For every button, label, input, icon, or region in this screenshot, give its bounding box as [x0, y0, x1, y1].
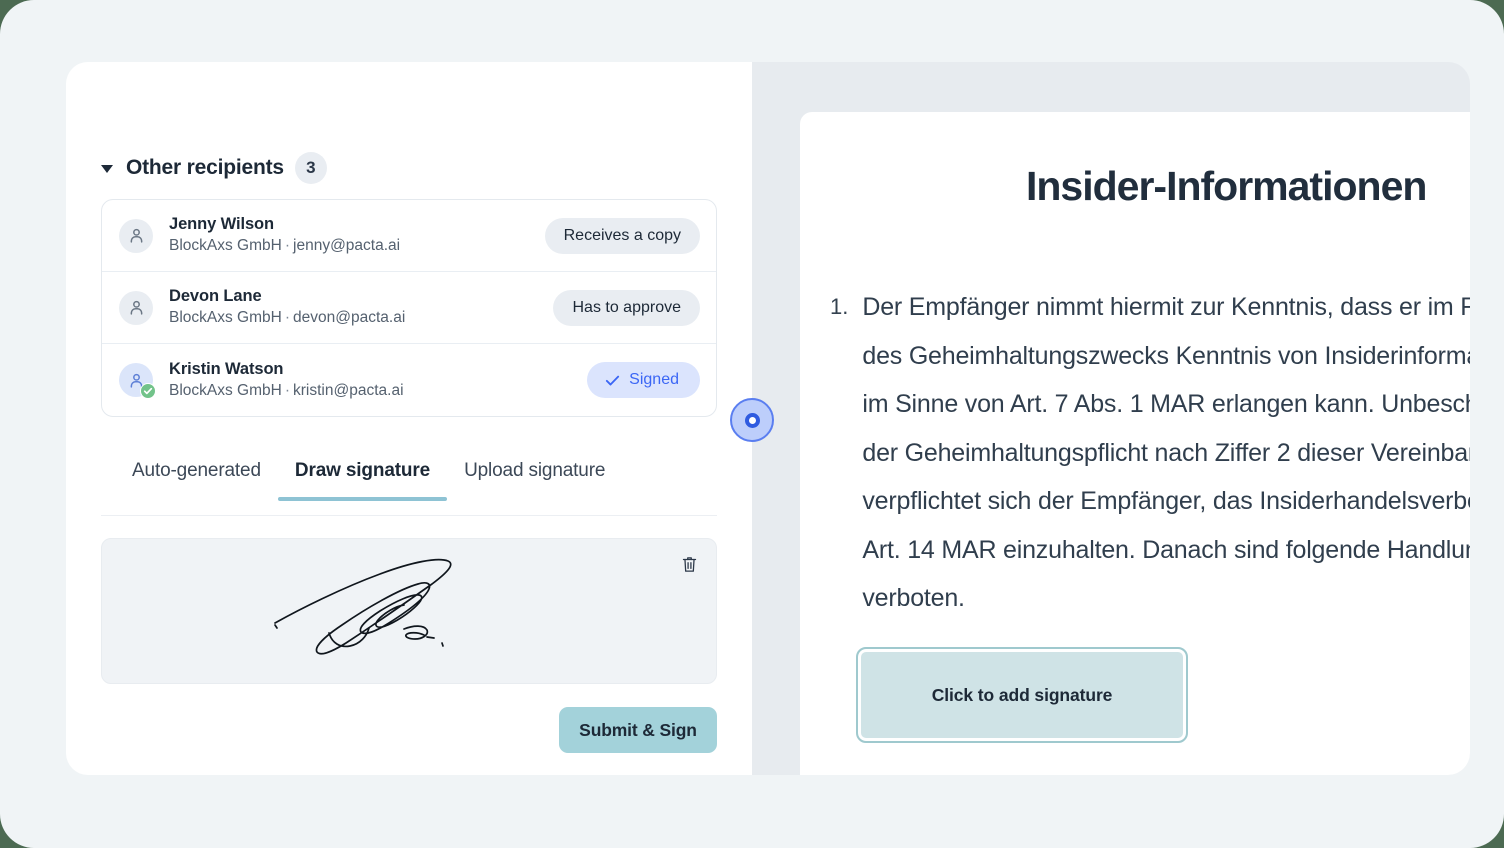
recipient-company: BlockAxs GmbH: [169, 309, 282, 327]
recipient-meta: BlockAxs GmbH · jenny@pacta.ai: [169, 235, 545, 257]
recipient-row[interactable]: Kristin Watson BlockAxs GmbH · kristin@pac…: [102, 344, 716, 416]
page-root: Other recipients 3 Jenny Wilson BlockAxs…: [0, 0, 1504, 848]
recipient-email: devon@pacta.ai: [293, 309, 406, 327]
trash-icon: [682, 556, 696, 572]
tab-upload-signature[interactable]: Upload signature: [447, 460, 622, 499]
meta-separator: ·: [284, 309, 291, 327]
meta-separator: ·: [284, 237, 291, 255]
recipient-meta: BlockAxs GmbH · devon@pacta.ai: [169, 307, 553, 329]
avatar: [119, 218, 153, 253]
status-badge: Receives a copy: [544, 217, 700, 254]
app-viewport: Other recipients 3 Jenny Wilson BlockAxs…: [0, 0, 1504, 848]
recipient-company: BlockAxs GmbH: [169, 237, 282, 255]
recipient-name: Jenny Wilson: [169, 215, 275, 234]
clear-signature-button[interactable]: [674, 549, 704, 579]
drawn-signature-stroke: [274, 558, 452, 655]
recipients-list: Jenny Wilson BlockAxs GmbH · jenny@pacta.a…: [101, 199, 717, 417]
tab-draw-signature[interactable]: Draw signature: [277, 460, 448, 501]
status-badge: Has to approve: [553, 289, 700, 326]
signature-method-tabs: Auto-generated Draw signature Upload sig…: [101, 460, 717, 516]
document-clause-list: 1. Der Empfänger nimmt hiermit zur Kennt…: [830, 283, 1470, 623]
person-icon: [119, 218, 153, 253]
status-badge-label: Signed: [629, 371, 679, 388]
document-title: Insider-Informationen: [1026, 163, 1427, 209]
signature-draw-canvas[interactable]: [101, 538, 717, 684]
recipient-meta: BlockAxs GmbH · kristin@pacta.ai: [169, 380, 587, 402]
document-clause: 1. Der Empfänger nimmt hiermit zur Kennt…: [830, 283, 1470, 623]
document-page: Insider-Informationen 1. Der Empfänger n…: [800, 112, 1470, 775]
other-recipients-title: Other recipients: [126, 156, 284, 179]
document-preview-panel: Insider-Informationen 1. Der Empfänger n…: [752, 62, 1470, 775]
avatar: [119, 363, 156, 399]
resize-handle-icon: [744, 412, 760, 428]
submit-and-sign-button[interactable]: Submit & Sign: [559, 707, 717, 753]
recipient-email: kristin@pacta.ai: [293, 381, 404, 399]
clause-marker: 1.: [830, 294, 849, 319]
document-signature-field-label: Click to add signature: [931, 684, 1113, 705]
other-recipients-header[interactable]: Other recipients 3: [101, 152, 327, 184]
recipient-name: Devon Lane: [169, 287, 262, 306]
tab-auto-generated[interactable]: Auto-generated: [101, 460, 278, 499]
signing-panel: Other recipients 3 Jenny Wilson BlockAxs…: [66, 62, 752, 775]
person-icon: [119, 290, 153, 325]
check-icon: [606, 375, 620, 385]
status-badge: Signed: [587, 362, 700, 398]
avatar: [119, 290, 153, 325]
caret-down-icon[interactable]: [101, 165, 113, 173]
split-resize-handle[interactable]: [730, 398, 774, 442]
recipient-name: Kristin Watson: [169, 359, 284, 378]
recipient-info: Kristin Watson BlockAxs GmbH · kristin@pac…: [169, 358, 587, 403]
recipient-info: Devon Lane BlockAxs GmbH · devon@pacta.ai: [169, 285, 553, 330]
clause-text: Der Empfänger nimmt hiermit zur Kenntnis…: [862, 293, 1470, 612]
recipient-row[interactable]: Devon Lane BlockAxs GmbH · devon@pacta.ai …: [102, 272, 716, 344]
meta-separator: ·: [284, 381, 291, 399]
recipient-company: BlockAxs GmbH: [169, 381, 282, 399]
recipient-email: jenny@pacta.ai: [293, 237, 401, 255]
check-badge-icon: [140, 383, 156, 399]
document-signature-field[interactable]: Click to add signature: [856, 647, 1188, 743]
recipient-info: Jenny Wilson BlockAxs GmbH · jenny@pacta.a…: [169, 213, 545, 258]
recipients-count-badge: 3: [294, 152, 327, 184]
recipient-row[interactable]: Jenny Wilson BlockAxs GmbH · jenny@pacta.a…: [102, 200, 716, 272]
